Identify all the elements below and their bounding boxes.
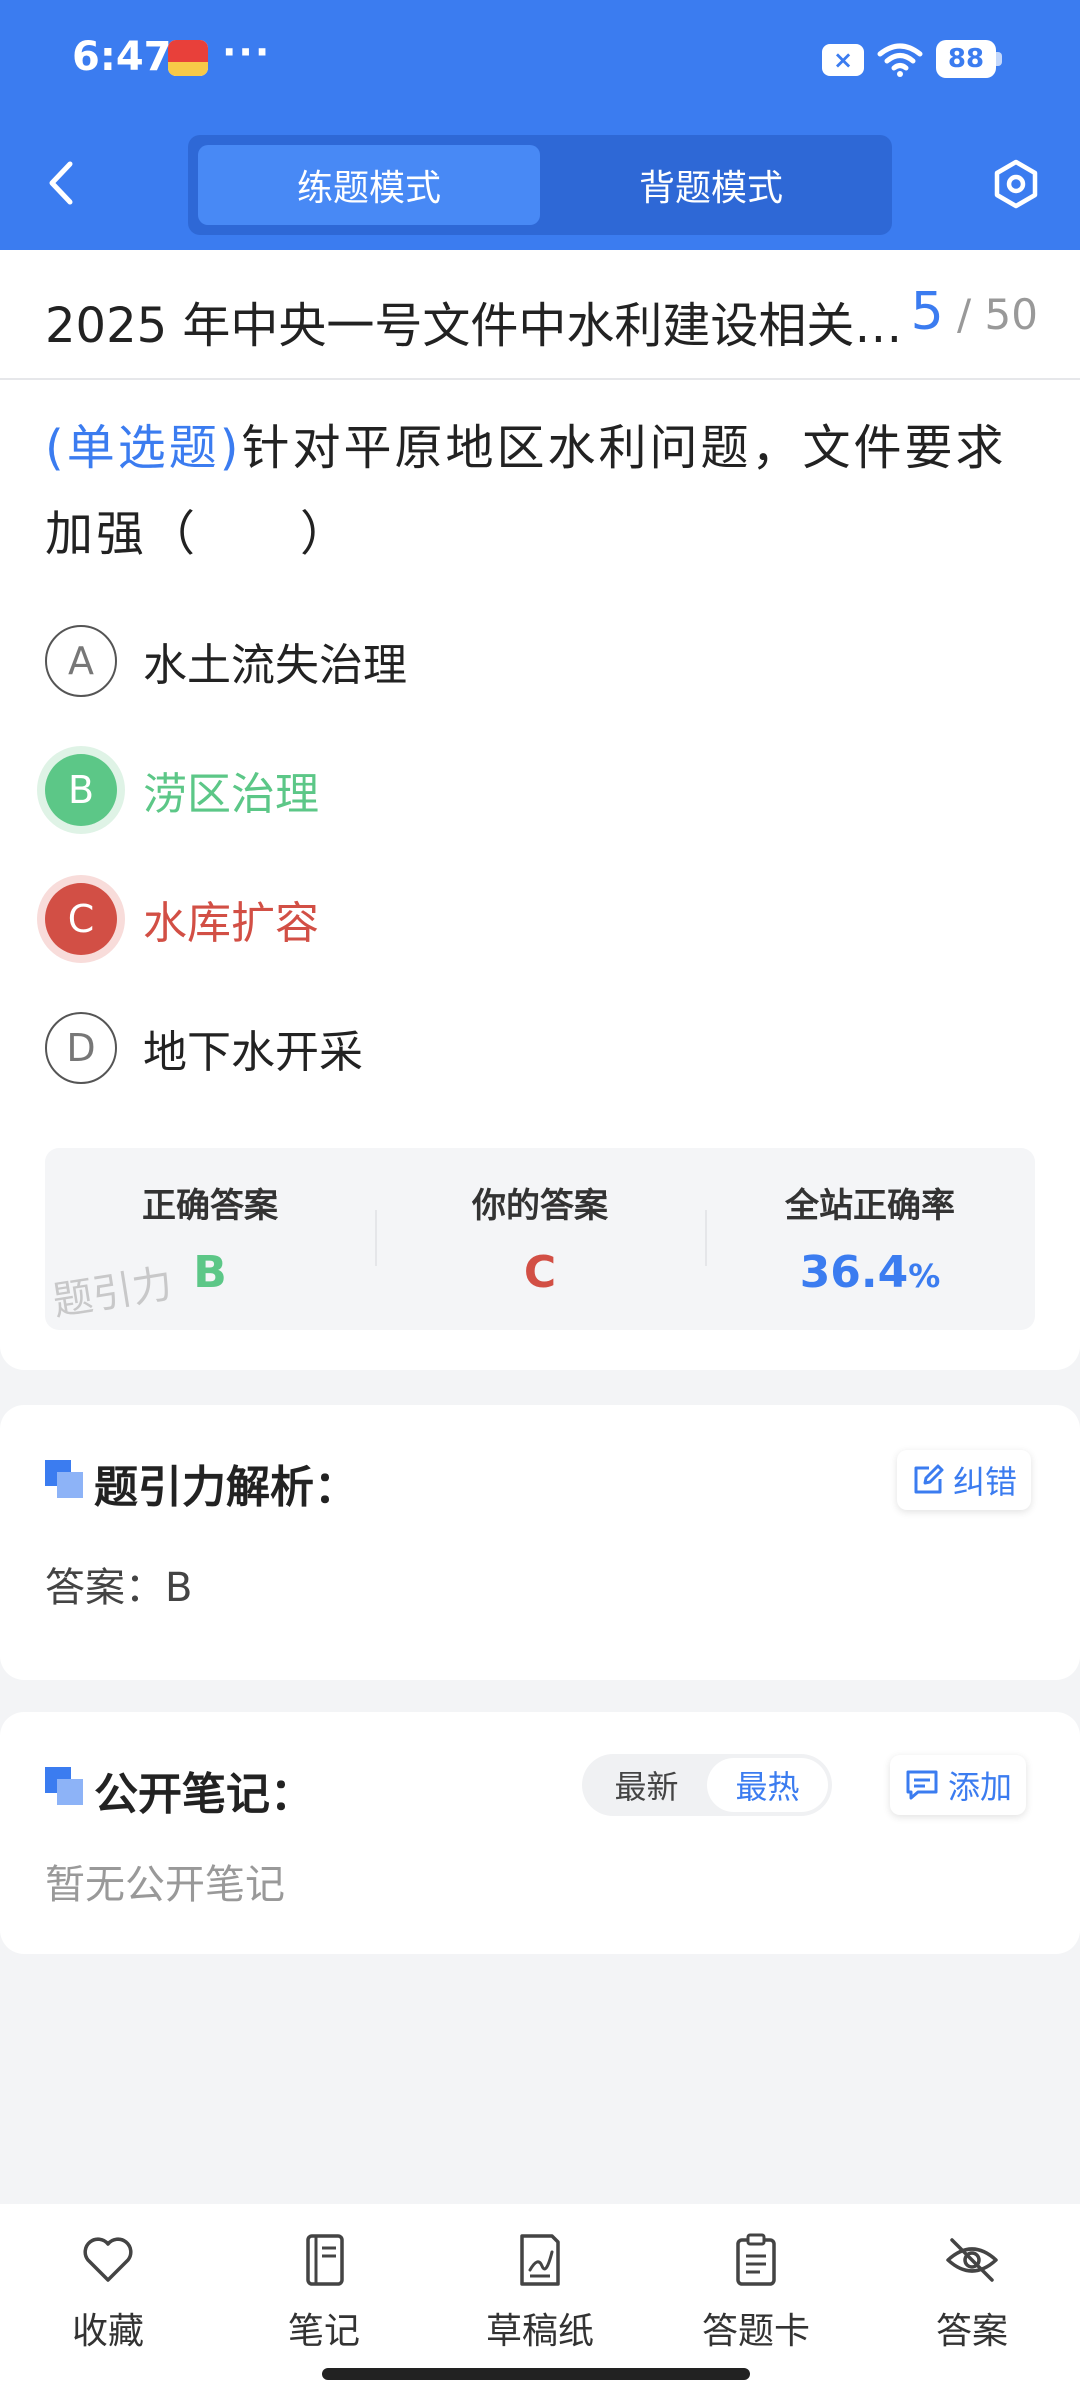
back-arrow-icon[interactable]	[36, 150, 92, 216]
section-marker-icon	[45, 1460, 83, 1498]
notes-title: 公开笔记：	[94, 1769, 314, 1820]
option-text: 地下水开采	[143, 1027, 363, 1078]
notes-sort-toggle: 最新 最热	[582, 1754, 832, 1816]
report-error-label: 纠错	[953, 1463, 1018, 1501]
question-type: (单选题)	[45, 420, 242, 476]
edit-icon	[914, 1464, 944, 1494]
notebook-icon	[306, 2234, 344, 2286]
sort-hottest[interactable]: 最热	[707, 1758, 828, 1812]
question-stem: (单选题)针对平原地区水利问题，文件要求加强（ ）	[45, 405, 1035, 577]
answer-stats: 正确答案 B 你的答案 C 全站正确率 36.4%	[45, 1148, 1035, 1330]
notes-label: 笔记	[287, 2311, 360, 2352]
draft-paper-icon	[520, 2234, 560, 2286]
stat-your-answer: 你的答案 C	[375, 1148, 705, 1330]
option-letter: D	[45, 1012, 117, 1084]
eye-off-icon	[946, 2238, 998, 2282]
option-b[interactable]: B 涝区治理	[45, 754, 945, 826]
stat-accuracy-rate: 全站正确率 36.4%	[705, 1148, 1035, 1330]
battery-icon: 88	[936, 40, 996, 78]
more-notifications-icon: ···	[222, 30, 272, 74]
question-card: (单选题)针对平原地区水利问题，文件要求加强（ ） A 水土流失治理 B 涝区治…	[0, 380, 1080, 1370]
battery-tip	[996, 52, 1002, 66]
option-text: 水土流失治理	[143, 640, 407, 691]
add-note-button[interactable]: 添加	[890, 1755, 1027, 1815]
option-a[interactable]: A 水土流失治理	[45, 625, 945, 697]
answer-card-label: 答题卡	[701, 2311, 810, 2352]
favorite-button[interactable]: 收藏	[0, 2204, 216, 2400]
title-bar: 2025 年中央一号文件中水利建设相关… 5 / 50	[0, 250, 1080, 380]
public-notes-card: 公开笔记： 最新 最热 添加 暂无公开笔记	[0, 1712, 1080, 1954]
status-time: 6:47	[72, 34, 172, 80]
paper-title: 2025 年中央一号文件中水利建设相关…	[45, 298, 903, 354]
stat-label: 全站正确率	[785, 1186, 955, 1226]
section-marker-icon	[45, 1767, 83, 1805]
report-error-button[interactable]: 纠错	[897, 1450, 1032, 1510]
question-progress[interactable]: 5 / 50	[911, 282, 1038, 342]
option-letter: B	[45, 754, 117, 826]
header: 6:47 ··· × 88 练题模式 背题模式	[0, 0, 1080, 250]
sort-newest[interactable]: 最新	[586, 1758, 707, 1812]
analysis-answer: 答案：B	[45, 1565, 193, 1611]
progress-separator: /	[957, 290, 972, 339]
favorite-label: 收藏	[71, 2311, 144, 2352]
no-sim-icon: ×	[822, 44, 864, 76]
draft-paper-label: 草稿纸	[485, 2311, 594, 2352]
mode-switch: 练题模式 背题模式	[188, 135, 892, 235]
heart-icon	[83, 2237, 133, 2282]
comment-icon	[906, 1770, 938, 1800]
shopping-app-icon	[168, 40, 208, 76]
your-answer-value: C	[523, 1247, 557, 1298]
tab-memorize-mode[interactable]: 背题模式	[540, 145, 882, 225]
show-answer-button[interactable]: 答案	[864, 2204, 1080, 2400]
add-note-label: 添加	[948, 1768, 1013, 1806]
option-text: 涝区治理	[143, 769, 319, 820]
rate-number: 36.4	[799, 1247, 909, 1298]
accuracy-rate-value: 36.4%	[705, 1247, 1035, 1298]
notes-empty-message: 暂无公开笔记	[45, 1862, 285, 1908]
stat-label: 你的答案	[472, 1186, 608, 1226]
show-answer-label: 答案	[935, 2311, 1008, 2352]
rate-unit: %	[908, 1257, 941, 1295]
home-indicator	[322, 2368, 750, 2380]
settings-icon[interactable]	[988, 156, 1044, 212]
total-question-count: 50	[984, 290, 1038, 339]
tab-practice-mode[interactable]: 练题模式	[198, 145, 540, 225]
option-letter: A	[45, 625, 117, 697]
answer-card-icon	[736, 2233, 776, 2286]
analysis-title: 题引力解析：	[94, 1462, 358, 1513]
option-d[interactable]: D 地下水开采	[45, 1012, 945, 1084]
option-letter: C	[45, 883, 117, 955]
option-c[interactable]: C 水库扩容	[45, 883, 945, 955]
current-question-number: 5	[910, 282, 944, 342]
stat-label: 正确答案	[142, 1186, 278, 1226]
wifi-icon	[877, 43, 923, 77]
status-bar: 6:47 ··· × 88	[0, 0, 1080, 120]
option-text: 水库扩容	[143, 898, 319, 949]
analysis-card: 题引力解析： 纠错 答案：B	[0, 1405, 1080, 1680]
